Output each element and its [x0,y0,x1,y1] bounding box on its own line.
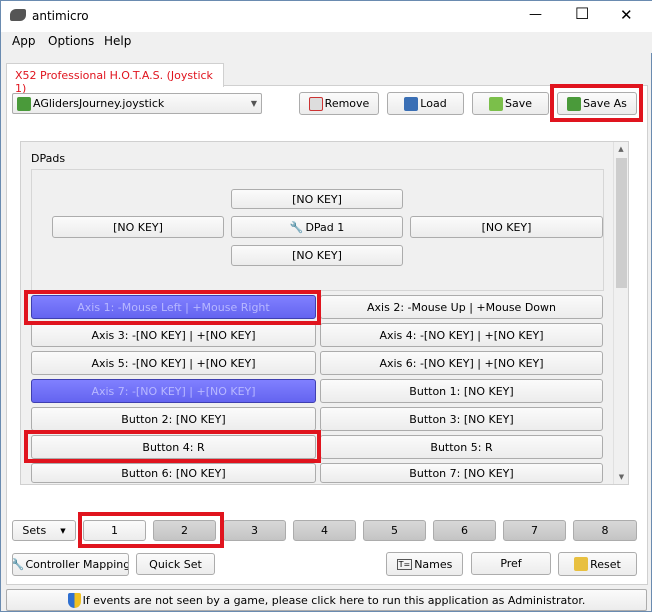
mapping-button[interactable]: Button 5: R [320,435,603,459]
set-button-6[interactable]: 6 [433,520,496,541]
scroll-thumb[interactable] [616,158,627,288]
dpads-label: DPads [31,152,66,165]
sets-label: Sets [22,524,47,537]
scrollbar[interactable]: ▲ ▼ [613,142,628,484]
profile-name: AGlidersJourney.joystick [33,97,165,110]
menu-app[interactable]: App [12,34,35,48]
controller-mapping-label: Controller Mapping [25,558,129,571]
dpad-center-button[interactable]: 🔧 DPad 1 [231,216,403,238]
chevron-down-icon: ▼ [60,526,66,535]
shield-icon [67,592,81,608]
remove-icon [308,96,323,111]
highlight-sets [78,512,224,548]
maximize-button[interactable]: ☐ [575,4,589,23]
mapping-button[interactable]: Axis 4: -[NO KEY] | +[NO KEY] [320,323,603,347]
mapping-button[interactable]: Button 3: [NO KEY] [320,407,603,431]
mapping-button[interactable]: Button 6: [NO KEY] [31,463,316,483]
remove-button[interactable]: Remove [299,92,379,115]
tab-joystick-1[interactable]: X52 Professional H.O.T.A.S. (Joystick 1) [6,63,224,95]
reset-label: Reset [590,557,621,571]
sets-dropdown[interactable]: Sets ▼ [12,520,76,541]
profile-icon [17,96,31,111]
menu-bar [1,32,652,53]
remove-label: Remove [324,97,370,110]
mapping-button[interactable]: Axis 5: -[NO KEY] | +[NO KEY] [31,351,316,375]
wrench-icon: 🔧 [12,558,25,571]
chevron-down-icon: ▼ [250,99,257,108]
save-label: Save [504,97,532,110]
set-button-7[interactable]: 7 [503,520,566,541]
highlight-axis-1 [24,290,321,325]
names-label: Names [414,557,453,571]
set-button-5[interactable]: 5 [363,520,426,541]
set-button-4[interactable]: 4 [293,520,356,541]
mapping-button[interactable]: Button 7: [NO KEY] [320,463,603,483]
scroll-down-icon[interactable]: ▼ [614,473,629,481]
save-icon [488,96,503,111]
dpad-down-button[interactable]: [NO KEY] [231,245,403,266]
mapping-button[interactable]: Axis 7: -[NO KEY] | +[NO KEY] [31,379,316,403]
names-button[interactable]: T= Names [386,552,463,576]
set-button-3[interactable]: 3 [223,520,286,541]
menu-options[interactable]: Options [48,34,94,48]
dpad-right-button[interactable]: [NO KEY] [410,216,603,238]
quick-set-button[interactable]: Quick Set [136,553,215,575]
title-bar: antimicro — ☐ ✕ [1,1,652,32]
pref-button[interactable]: Pref [471,552,551,575]
load-button[interactable]: Load [387,92,464,115]
mapping-button[interactable]: Axis 2: -Mouse Up | +Mouse Down [320,295,603,319]
dpad-left-button[interactable]: [NO KEY] [52,216,224,238]
app-icon [10,9,26,21]
dpad-up-button[interactable]: [NO KEY] [231,189,403,209]
menu-help[interactable]: Help [104,34,131,48]
names-icon: T= [396,558,413,570]
highlight-save-as [550,84,643,122]
set-button-8[interactable]: 8 [573,520,637,541]
mapping-button[interactable]: Button 1: [NO KEY] [320,379,603,403]
status-text: If events are not seen by a game, please… [82,593,586,607]
minimize-button[interactable]: — [529,7,542,22]
save-button[interactable]: Save [472,92,549,115]
run-as-admin-button[interactable]: If events are not seen by a game, please… [6,589,647,611]
mapping-button[interactable]: Axis 3: -[NO KEY] | +[NO KEY] [31,323,316,347]
dpad-center-label: DPad 1 [305,220,345,234]
scroll-up-icon[interactable]: ▲ [614,145,628,153]
highlight-button-4 [24,430,321,463]
mapping-button[interactable]: Axis 6: -[NO KEY] | +[NO KEY] [320,351,603,375]
controller-mapping-button[interactable]: 🔧 Controller Mapping [12,553,129,576]
wrench-icon: 🔧 [289,220,304,234]
reset-button[interactable]: Reset [558,552,637,576]
folder-icon [404,96,419,111]
mapping-button[interactable]: Button 2: [NO KEY] [31,407,316,431]
load-label: Load [420,97,447,110]
profile-select[interactable]: AGlidersJourney.joystick ▼ [12,93,262,114]
window-title: antimicro [32,9,89,23]
reset-icon [574,557,589,571]
close-button[interactable]: ✕ [620,6,633,24]
